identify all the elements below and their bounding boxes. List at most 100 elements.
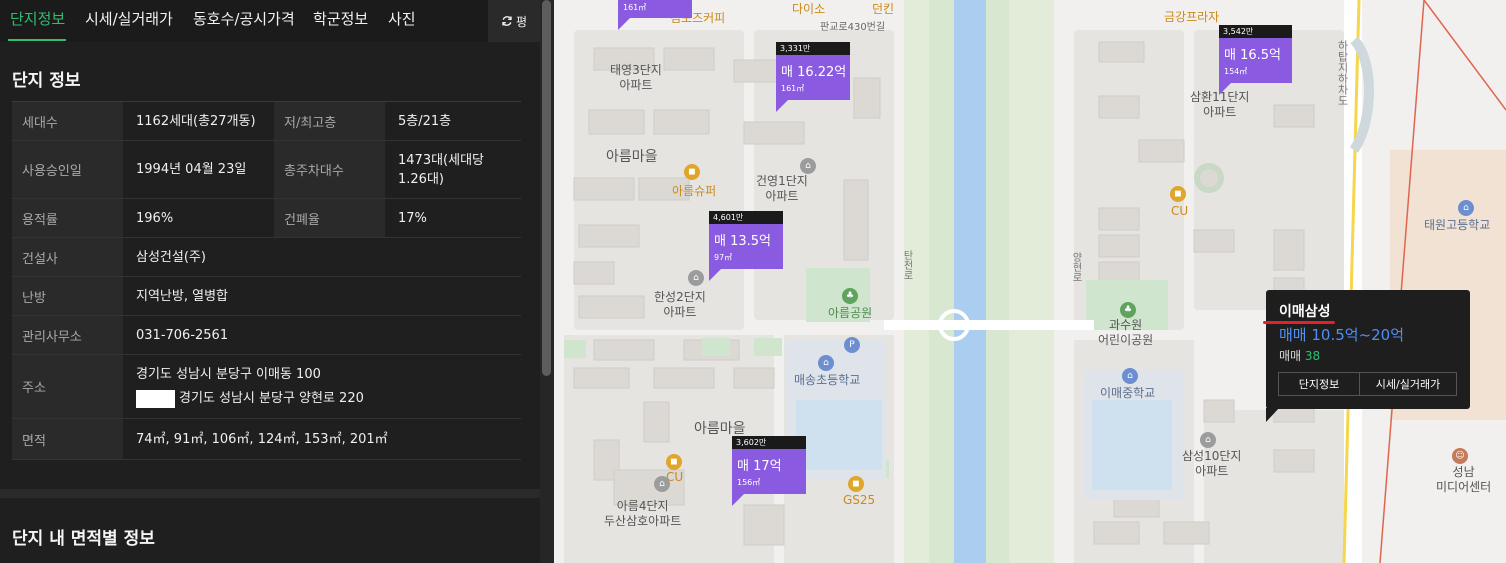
table-row: 면적 74㎡, 91㎡, 106㎡, 124㎡, 153㎡, 201㎡: [12, 419, 521, 460]
map-label-kunyoung1: 건영1단지 아파트: [756, 174, 808, 203]
map-label-areum2: 아름마을: [694, 421, 746, 437]
popup-listing-count: 매매 38: [1279, 347, 1320, 364]
marker-area: 154㎡: [1224, 67, 1248, 76]
far-label: 용적률: [12, 199, 123, 237]
area-value: 74㎡, 91㎡, 106㎡, 124㎡, 153㎡, 201㎡: [136, 431, 388, 447]
marker-body: 161㎡: [618, 0, 692, 18]
approval-label: 사용승인일: [12, 141, 123, 198]
marker-body: 매 13.5억 97㎡: [709, 224, 783, 269]
marker-body: 매 16.5억 154㎡: [1219, 38, 1292, 83]
parking-icon: P: [844, 337, 860, 353]
marker-area: 161㎡: [623, 3, 647, 12]
map-label-plaza: 금강프라자: [1164, 10, 1220, 24]
tab-unit-public-price[interactable]: 동호수/공시가격: [193, 8, 295, 29]
complex-popup[interactable]: 이매삼성 매매 10.5억~20억 매매 38 단지정보 시세/실거래가: [1263, 290, 1470, 409]
map-label-hatap: 하탑지하차도: [1336, 40, 1349, 106]
price-per-unit: 3,331만: [776, 42, 850, 55]
parking-label: 총주차대수: [274, 141, 385, 198]
map-label-areum-park: 아름공원: [828, 306, 873, 320]
convenience-store-icon: ◼: [848, 476, 864, 492]
road-address-badge: [136, 389, 175, 408]
map-label-areum: 아름마을: [606, 149, 658, 165]
section-title-complex-info: 단지 정보: [12, 71, 81, 91]
tab-school-info[interactable]: 학군정보: [313, 8, 368, 29]
marker-area: 156㎡: [737, 478, 761, 487]
unit-toggle-label: 평: [515, 14, 528, 29]
heating-label: 난방: [12, 277, 123, 315]
tab-photos[interactable]: 사진: [388, 8, 416, 29]
popup-count-label: 매매: [1279, 349, 1302, 363]
price-marker[interactable]: 4,601만 매 13.5억 97㎡: [709, 211, 783, 281]
marker-tail: [618, 18, 630, 30]
popup-count-value: 38: [1304, 349, 1321, 363]
area-label: 면적: [12, 419, 123, 459]
map-label-yanghyeonro: 양현로: [1070, 252, 1081, 282]
map-label-areum4: 아름4단지 두산삼호아파트: [604, 499, 682, 528]
map-label-tae3: 태영3단지 아파트: [610, 63, 662, 92]
office-phone: 031-706-2561: [136, 327, 229, 343]
marker-price: 매 16.22억: [781, 65, 847, 80]
price-marker[interactable]: 3,331만 매 16.22억 161㎡: [776, 42, 850, 112]
households-label: 세대수: [12, 102, 123, 140]
address-label: 주소: [12, 355, 123, 418]
map-label-hansung2: 한성2단지 아파트: [654, 290, 706, 319]
popup-price-history-button[interactable]: 시세/실거래가: [1359, 372, 1457, 396]
map-label-dunkin: 던킨: [872, 2, 895, 16]
refresh-icon: [502, 16, 512, 26]
marker-price: 매 13.5억: [714, 234, 771, 249]
convenience-store-icon: ◼: [1170, 186, 1186, 202]
map-label-tancheonro: 탄천로: [901, 250, 912, 280]
unit-toggle-button[interactable]: 평: [488, 0, 540, 42]
map-label-imae-middle: 이매중학교: [1100, 386, 1156, 400]
price-marker[interactable]: 3,542만 매 16.5억 154㎡: [1219, 25, 1292, 95]
marker-tail: [732, 494, 744, 506]
price-marker[interactable]: 161㎡: [618, 0, 692, 30]
table-row: 사용승인일 1994년 04월 23일 총주차대수 1473대(세대당 1.26…: [12, 141, 521, 199]
table-row: 건설사 삼성건설(주): [12, 238, 521, 277]
tab-complex-info[interactable]: 단지정보: [10, 8, 65, 29]
map-label-areum-super: 아름슈퍼: [672, 184, 717, 198]
active-tab-indicator: [8, 39, 66, 41]
table-row: 용적률 196% 건폐율 17%: [12, 199, 521, 238]
table-row: 관리사무소 031-706-2561: [12, 316, 521, 355]
tab-price-history[interactable]: 시세/실거래가: [85, 8, 173, 29]
panel-scrollbar-thumb[interactable]: [542, 0, 551, 376]
apartment-icon: ⌂: [1200, 432, 1216, 448]
bcr-label: 건폐율: [274, 199, 385, 237]
map-label-media-center: 성남 미디어센터: [1436, 465, 1492, 494]
map-label-taewon: 태원고등학교: [1424, 218, 1491, 232]
floors-label: 저/최고층: [274, 102, 385, 140]
map-label-samsung10: 삼성10단지 아파트: [1182, 449, 1242, 478]
apartment-icon: ⌂: [800, 158, 816, 174]
popup-price-range: 매매 10.5억~20억: [1279, 326, 1405, 344]
map-label-cu2: CU: [1171, 204, 1189, 218]
bcr-value: 17%: [398, 210, 427, 226]
approval-value: 1994년 04월 23일: [136, 162, 247, 177]
address-road: 경기도 성남시 분당구 양현로 220: [179, 391, 364, 406]
apartment-icon: ⌂: [654, 476, 670, 492]
address-road-line: 경기도 성남시 분당구 양현로 220: [136, 389, 364, 408]
map-label-road430: 판교로430번길: [820, 22, 886, 33]
section-title-area-info: 단지 내 면적별 정보: [12, 529, 155, 549]
complex-detail-panel: 단지정보 시세/실거래가 동호수/공시가격 학군정보 사진 평 단지 정보 세대…: [0, 0, 554, 563]
map-view[interactable]: 컴포즈커피 판교로430번길 다이소 던킨 금강프라자 태영3단지 아파트 아름…: [554, 0, 1506, 563]
tab-bar: 단지정보 시세/실거래가 동호수/공시가격 학군정보 사진 평: [0, 0, 540, 42]
heating-value: 지역난방, 열병합: [136, 288, 228, 304]
office-label: 관리사무소: [12, 316, 123, 354]
facility-icon: ☺: [1452, 448, 1468, 464]
price-per-unit: 3,542만: [1219, 25, 1292, 38]
marker-price: 매 17억: [737, 459, 782, 474]
price-marker[interactable]: 3,602만 매 17억 156㎡: [732, 436, 806, 506]
popup-tail: [1266, 408, 1279, 422]
park-icon: ♣: [1120, 302, 1136, 318]
map-label-gwasu: 과수원 어린이공원: [1098, 318, 1154, 347]
complex-info-table: 세대수 1162세대(총27개동) 저/최고층 5층/21층 사용승인일 199…: [12, 101, 521, 460]
map-label-daiso: 다이소: [792, 2, 826, 16]
parking-value: 1473대(세대당 1.26대): [398, 152, 484, 187]
popup-complex-info-button[interactable]: 단지정보: [1278, 372, 1360, 396]
shop-icon: ◼: [684, 164, 700, 180]
apartment-icon: ⌂: [688, 270, 704, 286]
marker-body: 매 16.22억 161㎡: [776, 55, 850, 100]
floors-value: 5층/21층: [398, 113, 452, 129]
marker-tail: [776, 100, 788, 112]
